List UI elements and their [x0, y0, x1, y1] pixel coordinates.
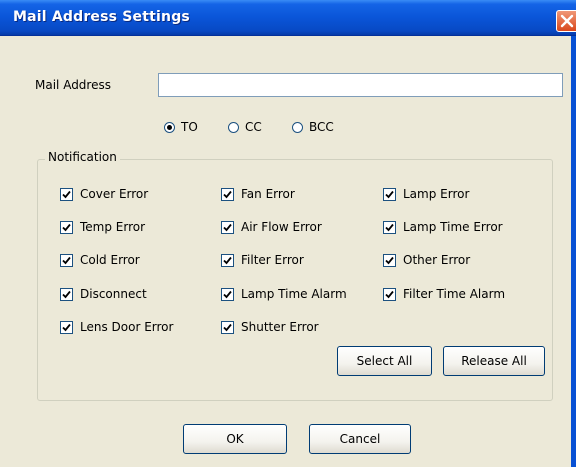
checkbox-label: Lamp Time Error — [403, 220, 503, 234]
checkbox-cold-error[interactable]: Cold Error — [60, 253, 140, 267]
checkbox-label: Fan Error — [241, 187, 295, 201]
checkbox-label: Other Error — [403, 253, 471, 267]
checkmark-icon — [60, 253, 73, 267]
checkbox-cover-error[interactable]: Cover Error — [60, 187, 148, 201]
checkmark-icon — [383, 187, 396, 201]
checkbox-label: Shutter Error — [241, 320, 319, 334]
checkmark-icon — [60, 220, 73, 234]
checkbox-temp-error[interactable]: Temp Error — [60, 220, 145, 234]
checkbox-air-flow-error[interactable]: Air Flow Error — [221, 220, 322, 234]
checkbox-label: Lens Door Error — [80, 320, 174, 334]
checkbox-lamp-error[interactable]: Lamp Error — [383, 187, 469, 201]
checkbox-shutter-error[interactable]: Shutter Error — [221, 320, 319, 334]
radio-bcc-label: BCC — [309, 120, 334, 134]
checkmark-icon — [383, 253, 396, 267]
notification-group-label: Notification — [45, 150, 120, 164]
radio-bcc-indicator — [292, 121, 303, 133]
radio-cc-indicator — [228, 121, 239, 133]
checkbox-filter-time-alarm[interactable]: Filter Time Alarm — [383, 287, 505, 301]
checkmark-icon — [221, 320, 234, 334]
checkmark-icon — [60, 320, 73, 334]
radio-to-indicator — [164, 121, 175, 133]
checkbox-filter-error[interactable]: Filter Error — [221, 253, 304, 267]
checkbox-label: Lamp Error — [403, 187, 470, 201]
radio-to[interactable]: TO — [164, 120, 198, 134]
checkbox-label: Air Flow Error — [241, 220, 322, 234]
checkbox-label: Cover Error — [80, 187, 149, 201]
checkbox-lamp-time-error[interactable]: Lamp Time Error — [383, 220, 503, 234]
radio-cc[interactable]: CC — [228, 120, 262, 134]
release-all-button[interactable]: Release All — [443, 346, 545, 376]
checkbox-label: Disconnect — [80, 287, 147, 301]
window-border — [571, 36, 576, 467]
checkbox-other-error[interactable]: Other Error — [383, 253, 470, 267]
close-icon — [560, 14, 574, 28]
checkbox-label: Temp Error — [80, 220, 146, 234]
checkmark-icon — [60, 287, 73, 301]
checkbox-label: Filter Time Alarm — [403, 287, 506, 301]
checkmark-icon — [221, 253, 234, 267]
checkmark-icon — [60, 187, 73, 201]
ok-button[interactable]: OK — [183, 424, 287, 454]
close-button[interactable] — [556, 10, 576, 32]
checkbox-label: Filter Error — [241, 253, 304, 267]
radio-cc-label: CC — [245, 120, 262, 134]
checkmark-icon — [221, 287, 234, 301]
checkmark-icon — [383, 220, 396, 234]
checkbox-label: Cold Error — [80, 253, 140, 267]
checkmark-icon — [221, 220, 234, 234]
checkbox-lamp-time-alarm[interactable]: Lamp Time Alarm — [221, 287, 347, 301]
checkmark-icon — [383, 287, 396, 301]
radio-to-label: TO — [181, 120, 198, 134]
mail-address-label: Mail Address — [35, 78, 111, 92]
checkbox-disconnect[interactable]: Disconnect — [60, 287, 147, 301]
checkbox-lens-door-error[interactable]: Lens Door Error — [60, 320, 173, 334]
cancel-button[interactable]: Cancel — [309, 424, 411, 454]
checkbox-label: Lamp Time Alarm — [241, 287, 347, 301]
radio-bcc[interactable]: BCC — [292, 120, 334, 134]
checkbox-fan-error[interactable]: Fan Error — [221, 187, 295, 201]
mail-address-input[interactable] — [158, 73, 563, 97]
select-all-button[interactable]: Select All — [337, 346, 432, 376]
title-bar[interactable]: Mail Address Settings — [0, 0, 576, 36]
window-title: Mail Address Settings — [13, 9, 190, 25]
checkmark-icon — [221, 187, 234, 201]
